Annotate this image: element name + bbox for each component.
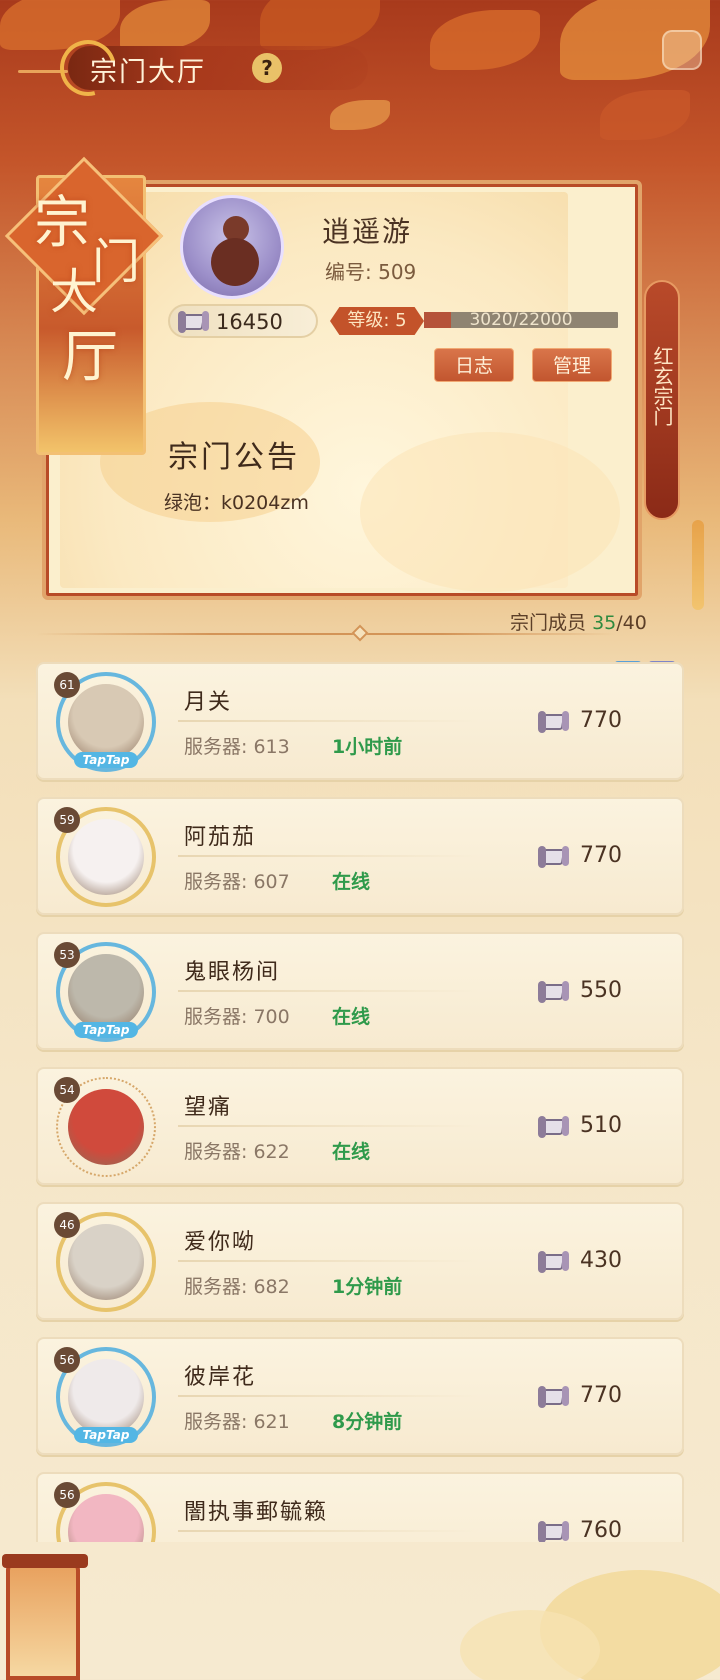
taptap-badge: TapTap	[74, 1022, 138, 1038]
member-name: 闇执事郵毓籁	[184, 1500, 329, 1525]
member-row[interactable]: 54 望痛服务器: 622 在线 510	[36, 1067, 684, 1185]
row-separator	[178, 1260, 478, 1262]
notice-body: 绿泡：k0204zm	[164, 492, 309, 514]
members-count: 35	[592, 612, 617, 634]
lantern-cap	[2, 1554, 88, 1568]
sect-name: 逍遥游	[322, 215, 413, 248]
member-name: 望痛	[184, 1095, 233, 1120]
member-server: 服务器: 607	[184, 871, 290, 893]
sect-name-banner: 红玄宗门	[644, 280, 680, 520]
autumn-leaves-backdrop	[0, 0, 720, 200]
member-name: 彼岸花	[184, 1365, 257, 1390]
hall-char-2: 门	[92, 234, 141, 290]
sect-avatar[interactable]	[180, 195, 284, 299]
member-server: 服务器: 613	[184, 736, 290, 758]
member-name: 爱你呦	[184, 1230, 257, 1255]
row-separator	[178, 1125, 478, 1127]
top-bar: 宗门大厅 ?	[18, 29, 408, 107]
row-separator	[178, 720, 478, 722]
cloud-decoration	[460, 1610, 600, 1680]
contribution-value: 770	[580, 1383, 622, 1408]
hall-char-1: 宗	[34, 191, 90, 256]
sect-score-pill: 16450	[168, 304, 318, 338]
member-row[interactable]: 56 TapTap 彼岸花服务器: 621 8分钟前 770	[36, 1337, 684, 1455]
member-level: 53	[54, 942, 80, 968]
lantern-button[interactable]	[2, 1554, 88, 1680]
member-name: 鬼眼杨间	[184, 960, 281, 985]
member-name: 月关	[184, 690, 233, 715]
member-row[interactable]: 59 阿茄茄服务器: 607 在线 770	[36, 797, 684, 915]
member-server: 服务器: 700	[184, 1006, 290, 1028]
row-separator	[178, 1530, 478, 1532]
scroll-icon	[536, 843, 570, 871]
scroll-icon	[536, 1113, 570, 1141]
manage-button[interactable]: 管理	[532, 348, 612, 382]
member-server: 服务器: 621	[184, 1411, 290, 1433]
sect-id: 编号: 509	[325, 260, 417, 284]
sect-level-badge: 等级: 5	[330, 307, 424, 335]
member-row[interactable]: 53 TapTap 鬼眼杨间服务器: 700 在线 550	[36, 932, 684, 1050]
contribution-value: 760	[580, 1518, 622, 1542]
sect-score: 16450	[216, 310, 283, 334]
member-row[interactable]: 61 TapTap 月关服务器: 613 1小时前 770	[36, 662, 684, 780]
member-status: 1分钟前	[332, 1276, 403, 1298]
tassel-decoration	[692, 520, 704, 610]
taptap-badge: TapTap	[74, 752, 138, 768]
sect-banner-name: 红玄宗门	[650, 346, 674, 426]
menu-button[interactable]	[662, 30, 702, 70]
page-title: 宗门大厅	[90, 57, 206, 88]
member-level: 56	[54, 1482, 80, 1508]
row-separator	[178, 990, 478, 992]
member-list[interactable]: 61 TapTap 月关服务器: 613 1小时前 770 59 阿茄茄服务器: 607 在线…	[36, 662, 688, 1542]
contribution-value: 770	[580, 708, 622, 733]
gourd-icon-base	[211, 238, 259, 286]
member-level: 61	[54, 672, 80, 698]
avatar[interactable]	[68, 1359, 144, 1435]
scroll-icon	[536, 1383, 570, 1411]
notice-title: 宗门公告	[168, 440, 300, 475]
exp-text: 3020/22000	[469, 310, 573, 330]
avatar[interactable]	[68, 819, 144, 895]
scroll-icon	[536, 1248, 570, 1276]
scroll-icon	[536, 708, 570, 736]
member-level: 46	[54, 1212, 80, 1238]
help-icon[interactable]: ?	[252, 53, 282, 83]
member-server: 服务器: 622	[184, 1141, 290, 1163]
member-row[interactable]: 46 爱你呦服务器: 682 1分钟前 430	[36, 1202, 684, 1320]
avatar[interactable]	[68, 1224, 144, 1300]
scroll-icon	[176, 308, 210, 336]
scroll-icon	[536, 1518, 570, 1542]
member-status: 8分钟前	[332, 1411, 403, 1433]
member-level: 56	[54, 1347, 80, 1373]
member-server: 服务器: 682	[184, 1276, 290, 1298]
members-total: /40	[616, 612, 647, 634]
member-level: 59	[54, 807, 80, 833]
scroll-icon	[536, 978, 570, 1006]
hall-char-4: 厅	[62, 325, 118, 390]
members-count-label: 宗门成员 35/40	[510, 608, 647, 635]
sect-exp-bar: 3020/22000	[424, 310, 618, 330]
log-button[interactable]: 日志	[434, 348, 514, 382]
member-name: 阿茄茄	[184, 825, 257, 850]
member-status: 在线	[332, 1141, 371, 1163]
avatar[interactable]	[68, 684, 144, 760]
member-status: 在线	[332, 871, 371, 893]
hall-char-3: 大	[50, 264, 99, 320]
divider-gem	[351, 624, 369, 642]
taptap-badge: TapTap	[74, 1427, 138, 1443]
avatar[interactable]	[68, 1089, 144, 1165]
row-separator	[178, 855, 478, 857]
avatar[interactable]	[68, 954, 144, 1030]
contribution-value: 770	[580, 843, 622, 868]
contribution-value: 430	[580, 1248, 622, 1273]
member-status: 1小时前	[332, 736, 403, 758]
contribution-value: 550	[580, 978, 622, 1003]
member-level: 54	[54, 1077, 80, 1103]
member-row[interactable]: 56 闇执事郵毓籁 760	[36, 1472, 684, 1542]
contribution-value: 510	[580, 1113, 622, 1138]
member-status: 在线	[332, 1006, 371, 1028]
row-separator	[178, 1395, 478, 1397]
members-label-text: 宗门成员	[510, 612, 587, 634]
